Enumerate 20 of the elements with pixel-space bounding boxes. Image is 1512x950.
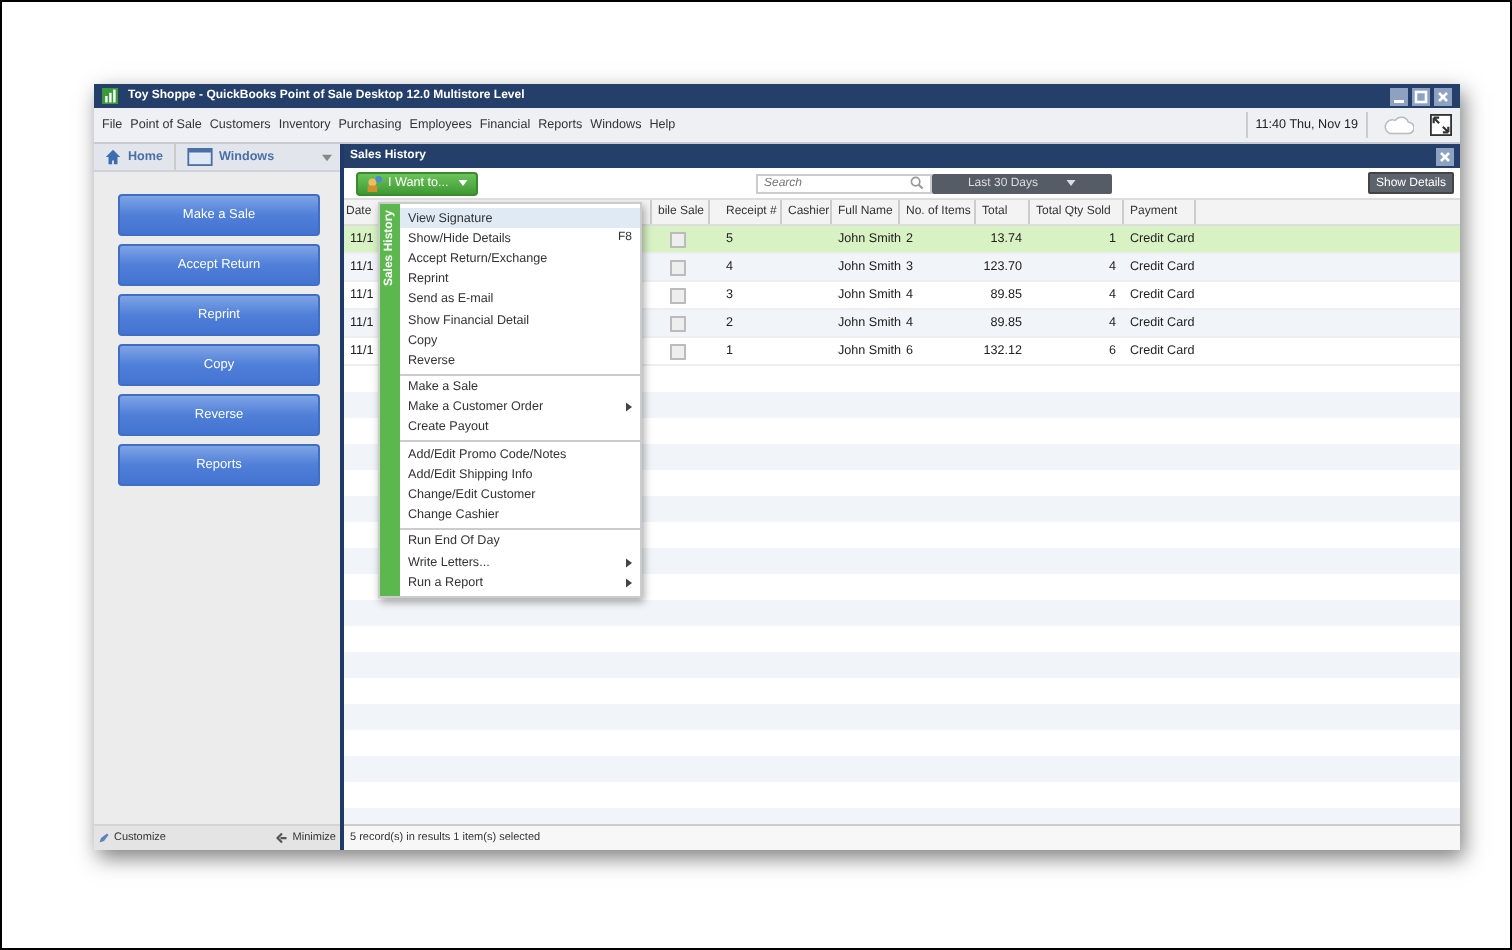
house-icon: [104, 148, 122, 166]
minimize-icon[interactable]: [1390, 87, 1408, 105]
maximize-icon[interactable]: [1412, 87, 1430, 105]
caret-icon: [1066, 179, 1076, 185]
checkbox[interactable]: [670, 343, 686, 359]
fullscreen-icon[interactable]: [1430, 114, 1452, 136]
arrow-icon: [276, 832, 289, 844]
cloud-icon[interactable]: [1384, 115, 1414, 135]
chart-logo-icon: [102, 88, 118, 104]
checkbox[interactable]: [670, 259, 686, 275]
checkbox[interactable]: [670, 231, 686, 247]
submenu-arrow-icon: [626, 402, 632, 413]
close-icon[interactable]: [1436, 147, 1454, 165]
close-icon[interactable]: [1434, 87, 1452, 105]
caret-icon: [458, 180, 469, 186]
checkbox[interactable]: [670, 315, 686, 331]
checkbox[interactable]: [670, 287, 686, 303]
person-icon: [366, 175, 382, 191]
caret-icon[interactable]: [322, 153, 332, 161]
pencil-icon: [98, 832, 110, 844]
